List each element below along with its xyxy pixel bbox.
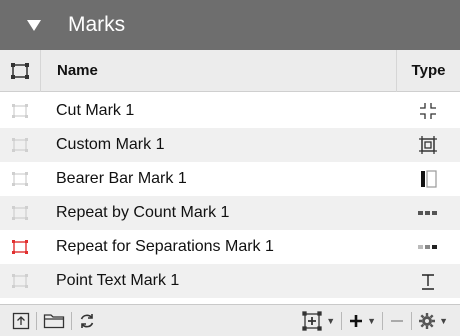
- marks-list: Cut Mark 1 Custom Mark 1 Bearer Bar Mark…: [0, 94, 460, 298]
- list-item[interactable]: Repeat for Separations Mark 1: [0, 230, 460, 264]
- divider: [341, 311, 343, 330]
- mark-select-icon[interactable]: [0, 171, 40, 187]
- chevron-down-icon: ▼: [367, 315, 377, 326]
- remove-button[interactable]: [389, 305, 405, 336]
- chevron-down-icon: ▼: [439, 315, 448, 326]
- list-item[interactable]: Repeat by Count Mark 1: [0, 196, 460, 230]
- chevron-down-icon: ▼: [326, 315, 336, 326]
- point-text-icon: [396, 271, 460, 291]
- column-type-header[interactable]: Type: [396, 49, 460, 92]
- divider: [71, 311, 72, 330]
- add-button[interactable]: ▼: [348, 305, 376, 336]
- settings-menu-button[interactable]: ▼: [418, 305, 448, 336]
- cut-mark-icon: [396, 101, 460, 121]
- list-item[interactable]: Custom Mark 1: [0, 128, 460, 162]
- custom-mark-icon: [396, 134, 460, 156]
- refresh-button[interactable]: [78, 305, 96, 336]
- mark-name: Repeat for Separations Mark 1: [56, 238, 274, 255]
- mark-name: Point Text Mark 1: [56, 272, 180, 289]
- mark-select-icon[interactable]: [0, 103, 40, 119]
- add-mark-icon: [302, 310, 322, 331]
- column-header: Name Type: [0, 49, 460, 92]
- mark-name: Repeat by Count Mark 1: [56, 204, 230, 221]
- marquee-column-icon[interactable]: [0, 62, 40, 80]
- marks-panel: Marks Name Type Cut Mark 1 Custom Mark 1…: [0, 0, 460, 336]
- column-name-header[interactable]: Name: [40, 49, 396, 92]
- import-icon: [12, 312, 30, 329]
- plus-icon: [350, 314, 363, 327]
- mark-name: Bearer Bar Mark 1: [56, 170, 187, 187]
- repeat-separations-icon: [396, 242, 460, 252]
- panel-header[interactable]: Marks: [0, 0, 460, 50]
- folder-icon: [43, 313, 65, 328]
- panel-title: Marks: [68, 13, 126, 36]
- divider: [411, 311, 413, 330]
- list-item[interactable]: Point Text Mark 1: [0, 264, 460, 298]
- mark-select-icon[interactable]: [0, 137, 40, 153]
- repeat-count-icon: [396, 208, 460, 218]
- folder-button[interactable]: [43, 305, 65, 336]
- divider: [36, 311, 37, 330]
- refresh-icon: [80, 313, 94, 328]
- list-item[interactable]: Bearer Bar Mark 1: [0, 162, 460, 196]
- divider: [382, 311, 384, 330]
- toolbar: ▼ ▼ ▼: [0, 304, 460, 336]
- minus-icon: [391, 319, 404, 322]
- mark-name: Cut Mark 1: [56, 102, 135, 119]
- bearer-bar-icon: [396, 169, 460, 189]
- list-item[interactable]: Cut Mark 1: [0, 94, 460, 128]
- collapse-triangle-icon[interactable]: [27, 19, 41, 31]
- mark-name: Custom Mark 1: [56, 136, 165, 153]
- gear-icon: [419, 312, 436, 329]
- add-mark-menu-button[interactable]: ▼: [301, 305, 335, 336]
- mark-select-icon[interactable]: [0, 273, 40, 289]
- import-button[interactable]: [12, 305, 30, 336]
- mark-select-icon[interactable]: [0, 239, 40, 255]
- mark-select-icon[interactable]: [0, 205, 40, 221]
